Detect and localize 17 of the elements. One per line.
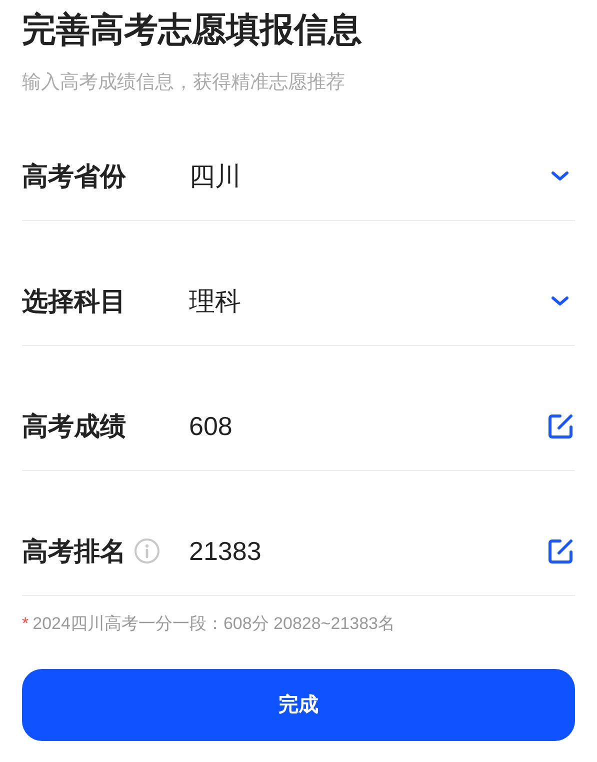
edit-icon[interactable] (546, 538, 574, 564)
field-label: 高考排名 (22, 535, 126, 568)
field-label: 选择科目 (22, 285, 126, 318)
field-value[interactable]: 608 (189, 408, 545, 444)
edit-icon[interactable] (546, 412, 574, 440)
page-title: 完善高考志愿填报信息 (22, 10, 363, 51)
page-subtitle: 输入高考成绩信息，获得精准志愿推荐 (22, 71, 346, 95)
field-label: 高考成绩 (22, 410, 126, 443)
chevron-down-icon[interactable] (550, 170, 570, 182)
chevron-down-icon[interactable] (550, 295, 570, 307)
required-mark: * (22, 613, 29, 635)
field-value[interactable]: 理科 (189, 283, 545, 319)
field-value[interactable]: 21383 (189, 533, 545, 569)
field-value[interactable]: 四川 (189, 158, 545, 194)
field-label: 高考省份 (22, 160, 126, 193)
score-rank-note: 2024四川高考一分一段：608分 20828~21383名 (32, 613, 396, 635)
done-button[interactable]: 完成 (22, 669, 575, 741)
